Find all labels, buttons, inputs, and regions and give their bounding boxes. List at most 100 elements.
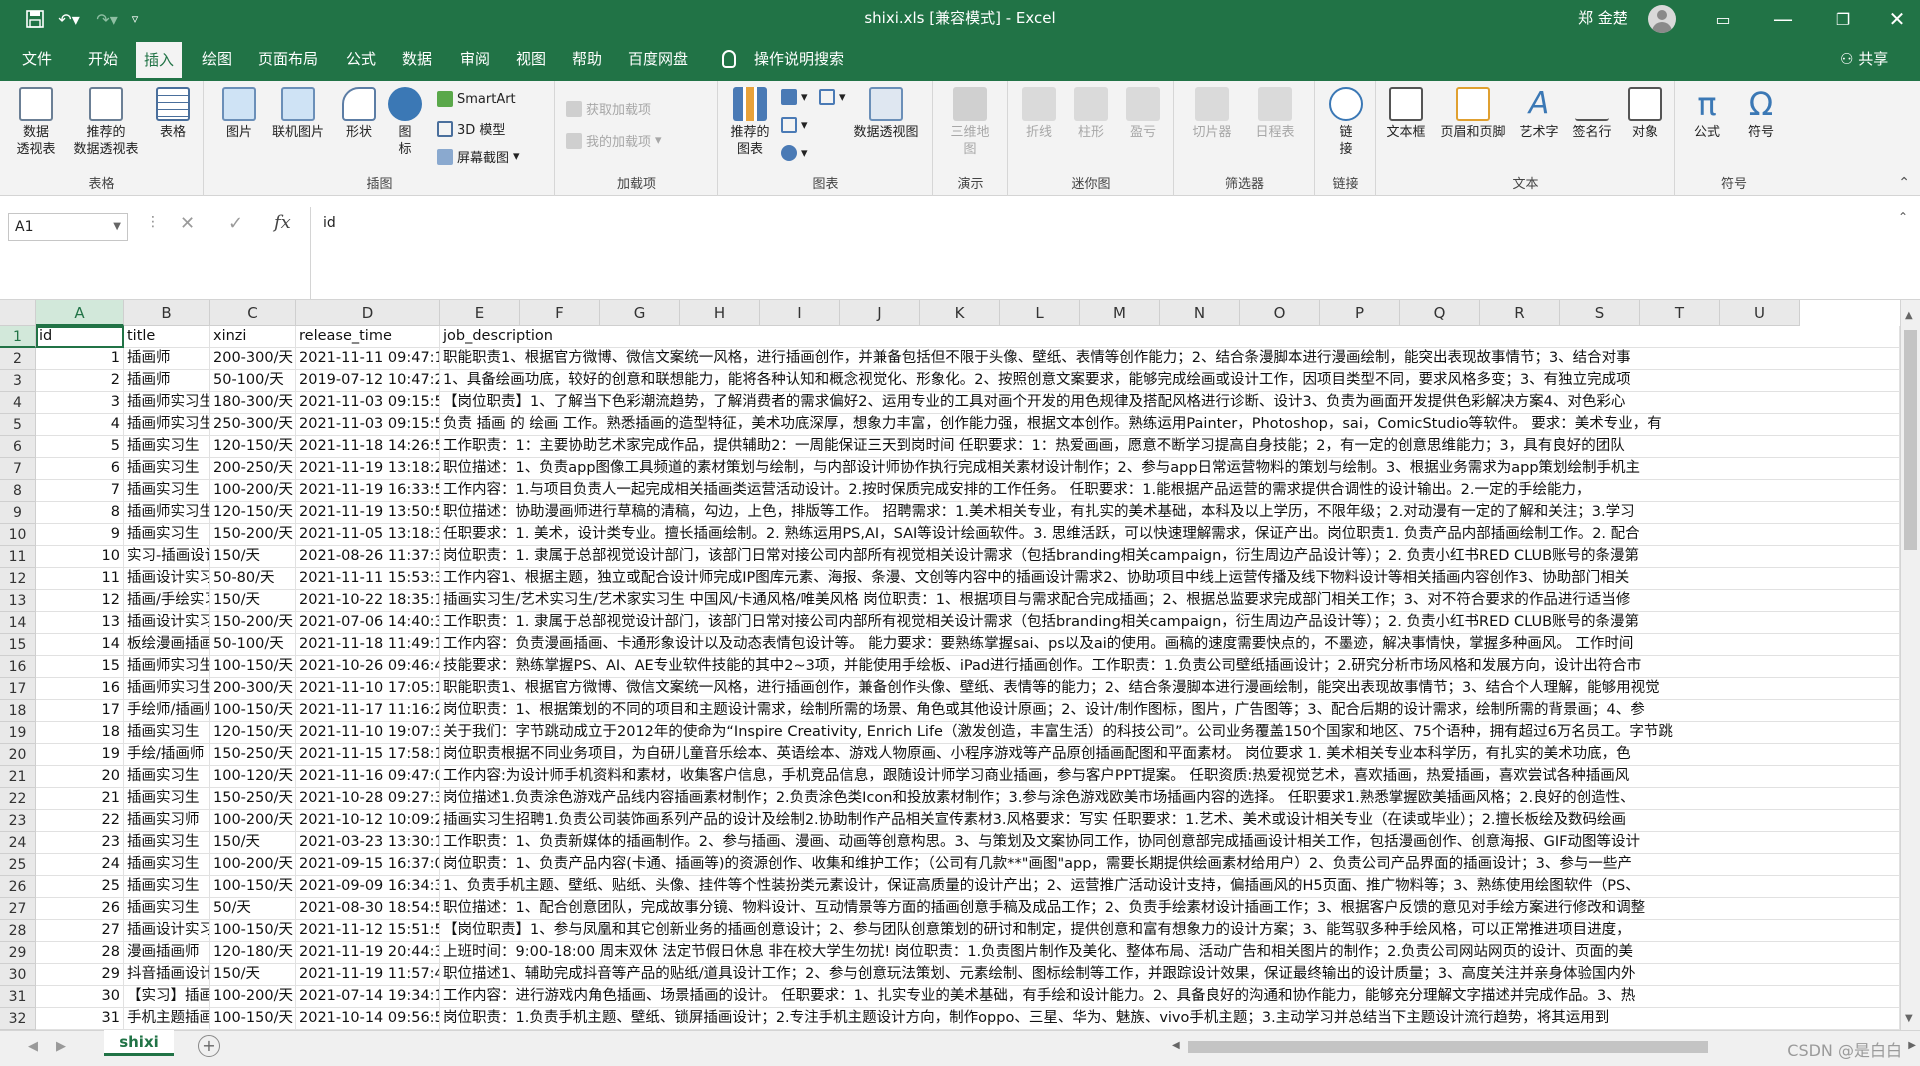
data-cell[interactable]: 21 bbox=[36, 788, 124, 810]
name-box[interactable]: A1 ▼ bbox=[8, 213, 128, 241]
smartart-button[interactable]: SmartArt bbox=[437, 91, 516, 107]
add-sheet-icon[interactable]: + bbox=[198, 1035, 220, 1057]
data-cell[interactable]: 岗位职责：1、根据策划的不同的项目和主题设计需求，绘制所需的场景、角色或其他设计… bbox=[440, 700, 1900, 722]
next-sheet-icon[interactable]: ▶ bbox=[56, 1039, 66, 1054]
data-cell[interactable]: 2019-07-12 10:47:20 bbox=[296, 370, 440, 392]
data-cell[interactable]: 插画师实习生 bbox=[124, 392, 210, 414]
restore-icon[interactable]: ❐ bbox=[1830, 6, 1856, 32]
row-header[interactable]: 20 bbox=[0, 744, 36, 766]
recommended-charts-button[interactable]: 推荐的 图表 bbox=[723, 87, 777, 158]
data-cell[interactable]: 插画师 bbox=[124, 370, 210, 392]
row-header[interactable]: 7 bbox=[0, 458, 36, 480]
column-header[interactable]: F bbox=[520, 300, 600, 326]
data-cell[interactable]: 17 bbox=[36, 700, 124, 722]
close-icon[interactable]: ✕ bbox=[1884, 6, 1910, 32]
column-header[interactable]: N bbox=[1160, 300, 1240, 326]
insert-function-icon[interactable]: fx bbox=[274, 212, 291, 233]
data-cell[interactable]: 120-150/天 bbox=[210, 722, 296, 744]
pivot-chart-button[interactable]: 数据透视图 bbox=[843, 87, 929, 141]
row-header[interactable]: 28 bbox=[0, 920, 36, 942]
data-cell[interactable]: 2021-10-12 10:09:26 bbox=[296, 810, 440, 832]
tab-formulas[interactable]: 公式 bbox=[338, 38, 384, 81]
row-header[interactable]: 1 bbox=[0, 326, 36, 348]
row-header[interactable]: 13 bbox=[0, 590, 36, 612]
data-cell[interactable]: 任职要求：1. 美术，设计类专业。擅长插画绘制。2. 熟练运用PS,AI，SAI… bbox=[440, 524, 1900, 546]
data-cell[interactable]: 2021-11-16 09:47:00 bbox=[296, 766, 440, 788]
data-cell[interactable]: 24 bbox=[36, 854, 124, 876]
data-cell[interactable]: 4 bbox=[36, 414, 124, 436]
get-addins-button[interactable]: 获取加载项 bbox=[566, 99, 651, 118]
data-cell[interactable]: 100-200/天 bbox=[210, 986, 296, 1008]
data-cell[interactable]: 100-150/天 bbox=[210, 656, 296, 678]
row-header[interactable]: 8 bbox=[0, 480, 36, 502]
row-header[interactable]: 15 bbox=[0, 634, 36, 656]
row-header[interactable]: 29 bbox=[0, 942, 36, 964]
data-cell[interactable]: 插画设计实习生 bbox=[124, 568, 210, 590]
row-header[interactable]: 23 bbox=[0, 810, 36, 832]
data-cell[interactable]: 2021-07-06 14:40:38 bbox=[296, 612, 440, 634]
data-cell[interactable]: 16 bbox=[36, 678, 124, 700]
formula-input[interactable]: id bbox=[310, 207, 1910, 299]
data-cell[interactable]: 50-100/天 bbox=[210, 370, 296, 392]
data-cell[interactable]: 2021-11-19 20:44:39 bbox=[296, 942, 440, 964]
timeline-button[interactable]: 日程表 bbox=[1245, 87, 1305, 141]
slicer-button[interactable]: 切片器 bbox=[1183, 87, 1241, 141]
column-header[interactable]: C bbox=[210, 300, 296, 326]
data-cell[interactable]: 插画/手绘实习生 bbox=[124, 590, 210, 612]
column-header[interactable]: U bbox=[1720, 300, 1800, 326]
column-header[interactable]: K bbox=[920, 300, 1000, 326]
data-cell[interactable]: 【实习】插画师 bbox=[124, 986, 210, 1008]
data-cell[interactable]: 手绘/插画师 bbox=[124, 744, 210, 766]
data-cell[interactable]: 插画师实习生 bbox=[124, 502, 210, 524]
data-cell[interactable]: 漫画插画师（实习） bbox=[124, 942, 210, 964]
data-cell[interactable]: 50/天 bbox=[210, 898, 296, 920]
pictures-button[interactable]: 图片 bbox=[217, 87, 261, 141]
data-cell[interactable]: 150-250/天 bbox=[210, 788, 296, 810]
data-cell[interactable]: 11 bbox=[36, 568, 124, 590]
data-cell[interactable]: 27 bbox=[36, 920, 124, 942]
data-cell[interactable]: 150/天 bbox=[210, 546, 296, 568]
data-cell[interactable]: 插画实习生 bbox=[124, 898, 210, 920]
row-header[interactable]: 22 bbox=[0, 788, 36, 810]
data-cell[interactable]: 插画实习师 bbox=[124, 810, 210, 832]
data-cell[interactable]: 28 bbox=[36, 942, 124, 964]
data-cell[interactable]: 工作内容1、根据主题，独立或配合设计师完成IP图库元素、海报、条漫、文创等内容中… bbox=[440, 568, 1900, 590]
pivot-table-button[interactable]: 数据 透视表 bbox=[8, 87, 64, 158]
data-cell[interactable]: 1、具备绘画功底，较好的创意和联想能力，能将各种认知和概念视觉化、形象化。2、按… bbox=[440, 370, 1900, 392]
data-cell[interactable]: 插画实习生 bbox=[124, 722, 210, 744]
column-header[interactable]: D bbox=[296, 300, 440, 326]
header-cell[interactable]: release_time bbox=[296, 326, 440, 348]
data-cell[interactable]: 100-150/天 bbox=[210, 876, 296, 898]
icons-button[interactable]: 图 标 bbox=[385, 87, 425, 158]
data-cell[interactable]: 2021-11-19 13:18:23 bbox=[296, 458, 440, 480]
data-cell[interactable]: 插画实习生 bbox=[124, 876, 210, 898]
data-cell[interactable]: 200-300/天 bbox=[210, 348, 296, 370]
bar-chart-button[interactable]: ▾ bbox=[781, 89, 808, 105]
row-header[interactable]: 30 bbox=[0, 964, 36, 986]
vertical-scrollbar[interactable]: ▲ ▼ bbox=[1900, 300, 1920, 1030]
enter-icon[interactable]: ✓ bbox=[228, 213, 243, 234]
scroll-left-icon[interactable]: ◀ bbox=[1172, 1040, 1180, 1051]
data-cell[interactable]: 插画实习生 bbox=[124, 788, 210, 810]
tab-file[interactable]: 文件 bbox=[14, 38, 60, 81]
select-all-corner[interactable] bbox=[0, 300, 36, 326]
row-header[interactable]: 21 bbox=[0, 766, 36, 788]
data-cell[interactable]: 2021-11-19 13:50:59 bbox=[296, 502, 440, 524]
data-cell[interactable]: 2021-10-22 18:35:12 bbox=[296, 590, 440, 612]
data-cell[interactable]: 插画师实习生 bbox=[124, 656, 210, 678]
ribbon-display-icon[interactable]: ▭ bbox=[1710, 6, 1736, 32]
data-cell[interactable]: 13 bbox=[36, 612, 124, 634]
data-cell[interactable]: 120-180/天 bbox=[210, 942, 296, 964]
data-cell[interactable]: 2021-09-15 16:37:06 bbox=[296, 854, 440, 876]
line-chart-button[interactable]: ▾ bbox=[819, 89, 846, 105]
data-cell[interactable]: 7 bbox=[36, 480, 124, 502]
data-cell[interactable]: 职能职责1、根据官方微博、微信文案统一风格，进行插画创作，兼备创作头像、壁纸、表… bbox=[440, 678, 1900, 700]
prev-sheet-icon[interactable]: ◀ bbox=[28, 1039, 38, 1054]
cancel-icon[interactable]: ✕ bbox=[180, 213, 195, 234]
scroll-up-icon[interactable]: ▲ bbox=[1905, 310, 1913, 321]
data-cell[interactable]: 插画实习生招聘1.负责公司装饰画系列产品的设计及绘制2.协助制作产品相关宣传素材… bbox=[440, 810, 1900, 832]
data-cell[interactable]: 2021-10-28 09:27:30 bbox=[296, 788, 440, 810]
data-cell[interactable]: 插画实习生 bbox=[124, 436, 210, 458]
data-cell[interactable]: 插画实习生/艺术实习生/艺术家实习生 中国风/卡通风格/唯美风格 岗位职责：1、… bbox=[440, 590, 1900, 612]
column-header[interactable]: R bbox=[1480, 300, 1560, 326]
